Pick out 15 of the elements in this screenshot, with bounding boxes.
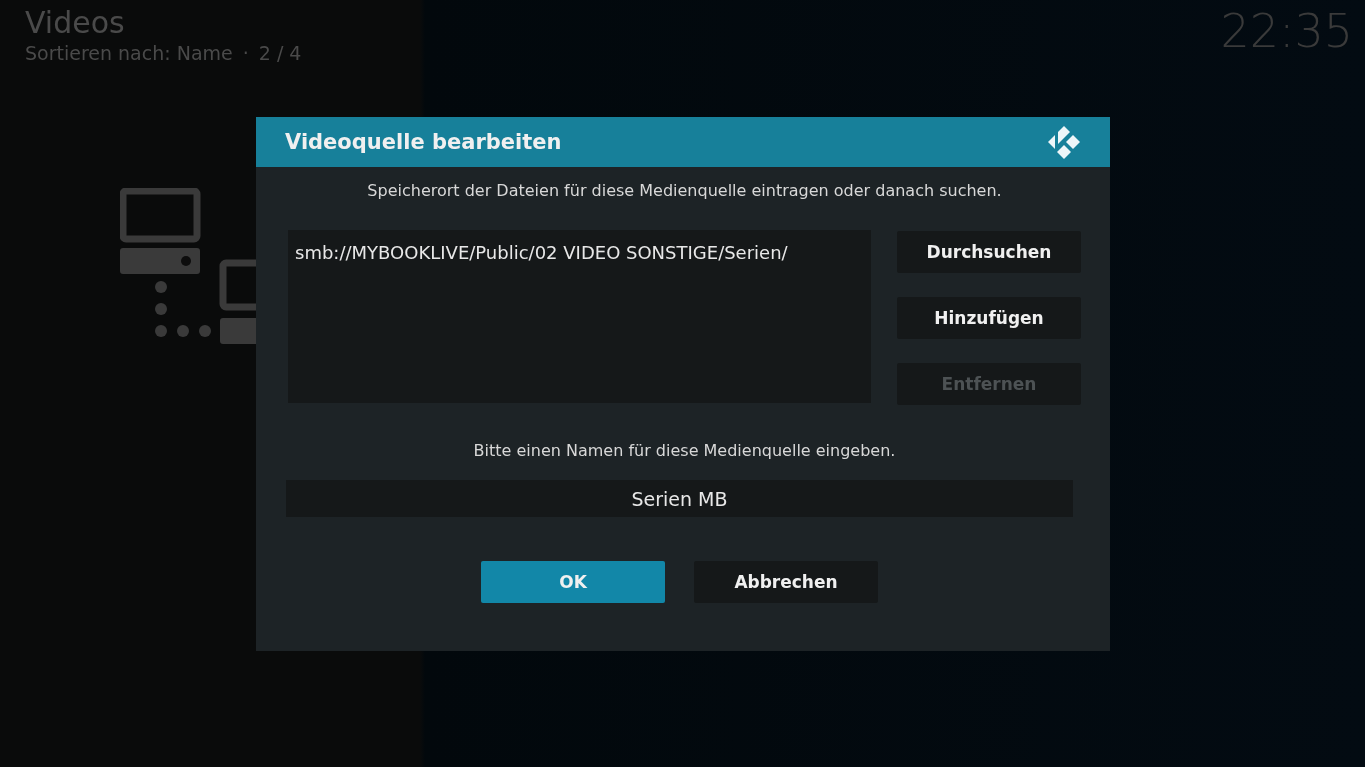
clock: 22:35	[1220, 4, 1353, 60]
instruction-text: Bitte einen Namen für diese Medienquelle eingeben.	[473, 441, 896, 460]
action-button[interactable]: Durchsuchen	[897, 231, 1081, 273]
separator-dot: ·	[242, 42, 249, 64]
sort-label: Sortieren nach: Name	[25, 42, 233, 64]
dialog-button[interactable]: OK	[481, 561, 665, 603]
diamond-logo-icon	[1046, 124, 1082, 160]
dialog-title: Videoquelle bearbeiten	[285, 130, 562, 154]
dialog-button[interactable]: Abbrechen	[694, 561, 878, 603]
action-button[interactable]: Hinzufügen	[897, 297, 1081, 339]
item-count: 2 / 4	[258, 42, 302, 64]
name-input-field[interactable]: Serien MB	[286, 480, 1073, 517]
path-item[interactable]: smb://MYBOOKLIVE/Public/02 VIDEO SONSTIGE/Serien/	[295, 242, 864, 263]
page-title: Videos	[25, 4, 126, 42]
instruction-text: Speicherort der Dateien für diese Medienquelle eintragen oder danach suchen.	[367, 181, 1002, 200]
